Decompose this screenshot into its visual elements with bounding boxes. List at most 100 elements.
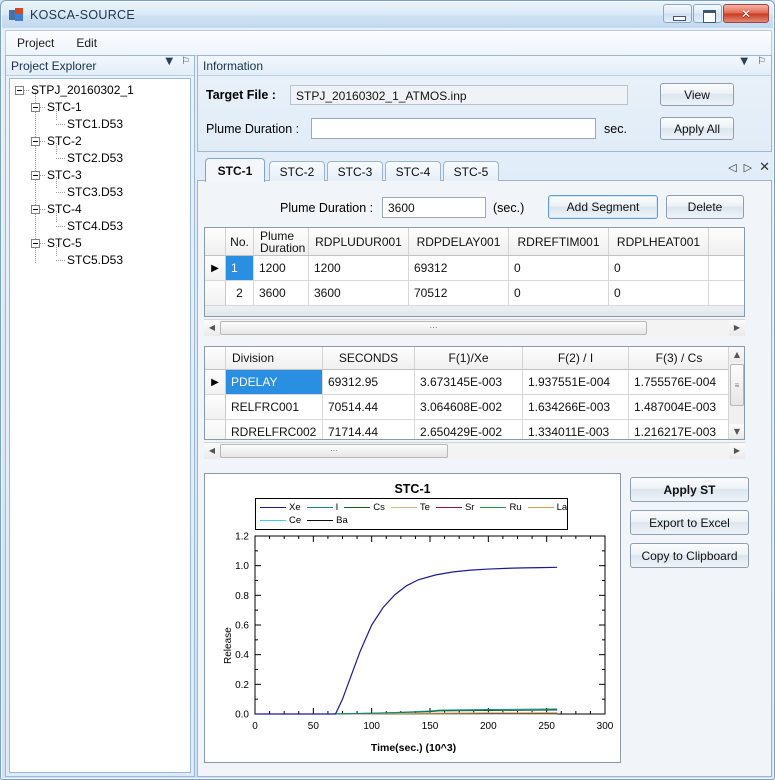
scroll-down-icon[interactable]: ▼ <box>729 424 744 439</box>
release-grid-hscrollbar[interactable]: ◀ ⋯ ▶ <box>204 442 745 459</box>
scroll-thumb[interactable]: ⋯ <box>220 443 448 458</box>
cell-seconds[interactable]: 70514.44 <box>323 395 415 419</box>
scroll-right-icon[interactable]: ▶ <box>729 319 745 336</box>
cell-plume-duration[interactable]: 3600 <box>254 281 309 305</box>
copy-to-clipboard-button[interactable]: Copy to Clipboard <box>630 543 749 568</box>
cell-rdplheat001[interactable]: 0 <box>609 281 709 305</box>
segment-grid-hscrollbar[interactable]: ◀ ⋯ ▶ <box>204 319 745 336</box>
scroll-track[interactable]: ⋯ <box>220 319 729 336</box>
cell-rdreftim001[interactable]: 0 <box>509 256 609 280</box>
cell-rdpludur001[interactable]: 3600 <box>309 281 409 305</box>
table-row[interactable]: 2 3600 3600 70512 0 0 <box>205 281 744 306</box>
tree-item-file[interactable]: STC4.D53 <box>10 218 190 235</box>
cell-rdplheat001[interactable]: 0 <box>609 256 709 280</box>
tree-item-stc[interactable]: STC-1 <box>10 99 190 116</box>
table-row[interactable]: ▶ 1 1200 1200 69312 0 0 <box>205 256 744 281</box>
tree-item-stc[interactable]: STC-3 <box>10 167 190 184</box>
scroll-track[interactable]: ⋯ <box>220 442 729 459</box>
scroll-up-icon[interactable]: ▲ <box>729 347 744 362</box>
tree-item-file[interactable]: STC3.D53 <box>10 184 190 201</box>
tab-stc-1[interactable]: STC-1 <box>205 158 265 182</box>
tree-item-label: STC1.D53 <box>67 117 124 131</box>
minimize-button[interactable] <box>663 4 692 23</box>
cell-f2-i[interactable]: 1.334011E-003 <box>523 420 629 439</box>
expander-icon[interactable] <box>31 239 40 248</box>
tree-item-stc[interactable]: STC-5 <box>10 235 190 252</box>
expander-icon[interactable] <box>15 86 24 95</box>
apply-st-button[interactable]: Apply ST <box>630 477 749 502</box>
plume-duration-input[interactable] <box>311 118 596 139</box>
scroll-left-icon[interactable]: ◀ <box>204 319 220 336</box>
apply-all-button[interactable]: Apply All <box>660 117 734 140</box>
segment-col-rdreftim001: RDREFTIM001 <box>509 228 609 255</box>
project-tree[interactable]: STPJ_20160302_1 STC-1 STC1.D53 STC-2 STC… <box>9 78 191 773</box>
release-grid[interactable]: Division SECONDS F(1)/Xe F(2) / I F(3) /… <box>204 346 745 440</box>
expander-icon[interactable] <box>31 137 40 146</box>
expander-icon[interactable] <box>31 205 40 214</box>
cell-f1-xe[interactable]: 3.064608E-002 <box>415 395 523 419</box>
scroll-left-icon[interactable]: ◀ <box>204 442 220 459</box>
cell-seconds[interactable]: 71714.44 <box>323 420 415 439</box>
menu-item-project[interactable]: Project <box>6 33 65 53</box>
cell-f3-cs[interactable]: 1.755576E-004 <box>629 370 730 394</box>
tree-item-file[interactable]: STC5.D53 <box>10 252 190 269</box>
segment-grid[interactable]: No. Plume Duration RDPLUDUR001 RDPDELAY0… <box>204 227 745 317</box>
cell-f3-cs[interactable]: 1.216217E-003 <box>629 420 730 439</box>
cell-no[interactable]: 1 <box>226 256 254 280</box>
release-grid-vscrollbar[interactable]: ▲ ≡ ▼ <box>728 347 744 439</box>
cell-seconds[interactable]: 69312.95 <box>323 370 415 394</box>
plume-duration-label: Plume Duration : <box>206 122 300 136</box>
maximize-button[interactable] <box>693 4 722 23</box>
tree-item-stc[interactable]: STC-4 <box>10 201 190 218</box>
tab-content: Plume Duration : (sec.) Add Segment Dele… <box>197 181 772 777</box>
cell-rdreftim001[interactable]: 0 <box>509 281 609 305</box>
tab-stc-3[interactable]: STC-3 <box>327 161 383 181</box>
tab-stc-5[interactable]: STC-5 <box>443 161 499 181</box>
tab-prev-icon[interactable]: ◁ <box>728 162 736 173</box>
scroll-thumb[interactable]: ≡ <box>730 364 744 406</box>
cell-f3-cs[interactable]: 1.487004E-003 <box>629 395 730 419</box>
expander-icon[interactable] <box>31 103 40 112</box>
cell-plume-duration[interactable]: 1200 <box>254 256 309 280</box>
cell-f1-xe[interactable]: 3.673145E-003 <box>415 370 523 394</box>
add-segment-button[interactable]: Add Segment <box>548 195 658 219</box>
stc-tab-panel: STC-1 STC-2 STC-3 STC-4 STC-5 ◁ ▷ ✕ Plum… <box>197 158 772 777</box>
tab-stc-4[interactable]: STC-4 <box>385 161 441 181</box>
table-row[interactable]: ▶ PDELAY 69312.95 3.673145E-003 1.937551… <box>205 370 744 395</box>
tree-item-project[interactable]: STPJ_20160302_1 <box>10 82 190 99</box>
tree-item-file[interactable]: STC1.D53 <box>10 116 190 133</box>
tree-item-stc[interactable]: STC-2 <box>10 133 190 150</box>
scroll-right-icon[interactable]: ▶ <box>729 442 745 459</box>
pin-icon[interactable]: ⚐ <box>757 57 766 67</box>
cell-division[interactable]: RDRELFRC002 <box>226 420 323 439</box>
cell-f2-i[interactable]: 1.937551E-004 <box>523 370 629 394</box>
cell-division[interactable]: PDELAY <box>226 370 323 394</box>
cell-no[interactable]: 2 <box>226 281 254 305</box>
tree-item-file[interactable]: STC2.D53 <box>10 150 190 167</box>
tab-stc-2[interactable]: STC-2 <box>269 161 325 181</box>
segment-col-plume-duration: Plume Duration <box>254 228 309 255</box>
scroll-thumb[interactable]: ⋯ <box>220 320 647 335</box>
chevron-down-icon[interactable]: ▼ <box>165 57 173 67</box>
table-row[interactable]: RELFRC001 70514.44 3.064608E-002 1.63426… <box>205 395 744 420</box>
expander-icon[interactable] <box>31 171 40 180</box>
table-row[interactable]: RDRELFRC002 71714.44 2.650429E-002 1.334… <box>205 420 744 439</box>
tree-item-label: STC-2 <box>47 134 82 148</box>
close-button[interactable]: ✕ <box>723 4 769 23</box>
svg-text:1.2: 1.2 <box>235 532 249 543</box>
cell-division[interactable]: RELFRC001 <box>226 395 323 419</box>
cell-f1-xe[interactable]: 2.650429E-002 <box>415 420 523 439</box>
pin-icon[interactable]: ⚐ <box>181 57 190 67</box>
view-button[interactable]: View <box>660 83 734 106</box>
tab-next-icon[interactable]: ▷ <box>744 162 752 173</box>
cell-rdpludur001[interactable]: 1200 <box>309 256 409 280</box>
export-to-excel-button[interactable]: Export to Excel <box>630 510 749 535</box>
cell-f2-i[interactable]: 1.634266E-003 <box>523 395 629 419</box>
segment-plume-duration-input[interactable] <box>382 197 486 218</box>
chevron-down-icon[interactable]: ▼ <box>740 57 748 67</box>
delete-button[interactable]: Delete <box>666 195 744 219</box>
menu-item-edit[interactable]: Edit <box>65 33 108 53</box>
cell-rdpdelay001[interactable]: 69312 <box>409 256 509 280</box>
tab-close-icon[interactable]: ✕ <box>759 161 770 174</box>
cell-rdpdelay001[interactable]: 70512 <box>409 281 509 305</box>
